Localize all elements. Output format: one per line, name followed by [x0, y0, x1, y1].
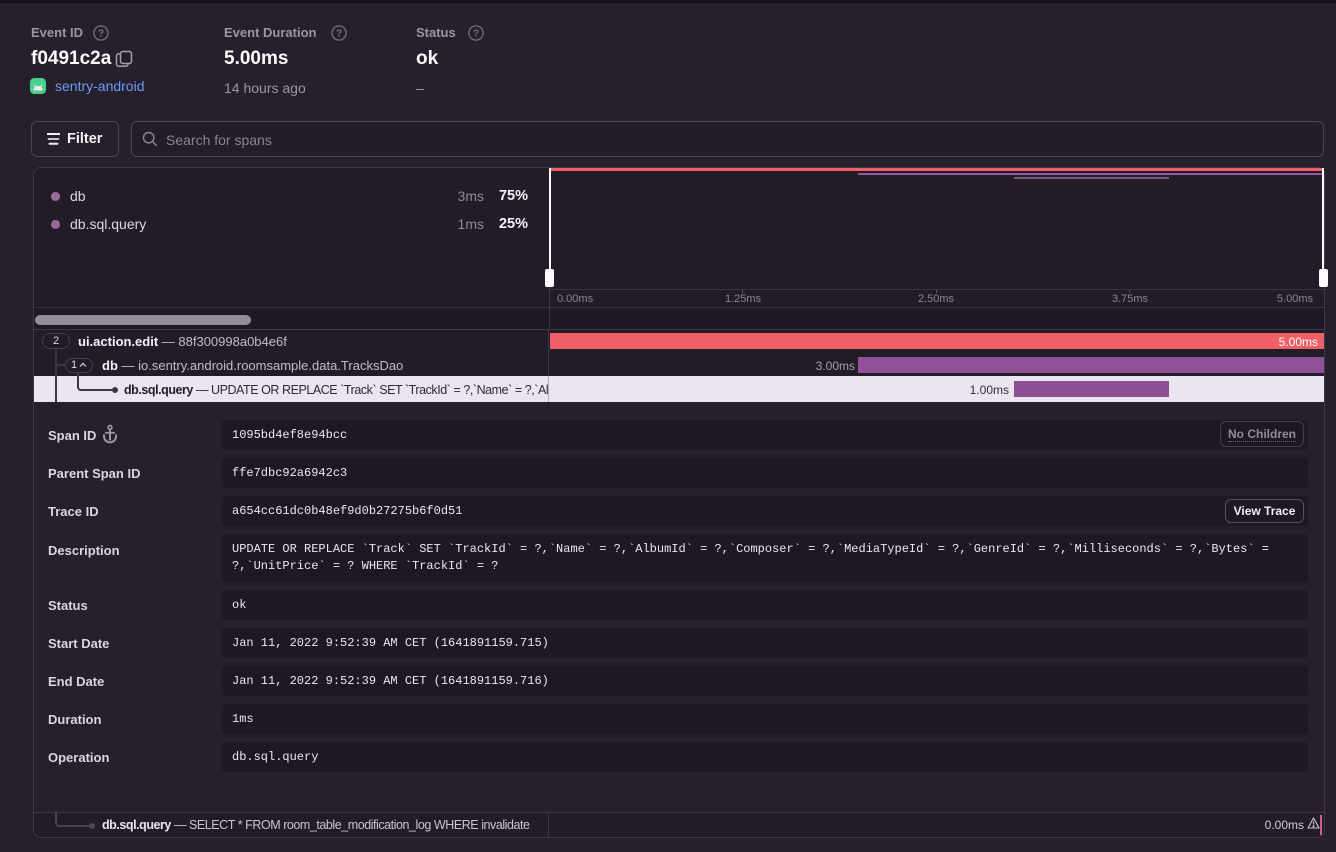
svg-text:?: ?	[336, 29, 342, 40]
svg-text:?: ?	[98, 29, 104, 40]
svg-text:?: ?	[473, 29, 479, 40]
